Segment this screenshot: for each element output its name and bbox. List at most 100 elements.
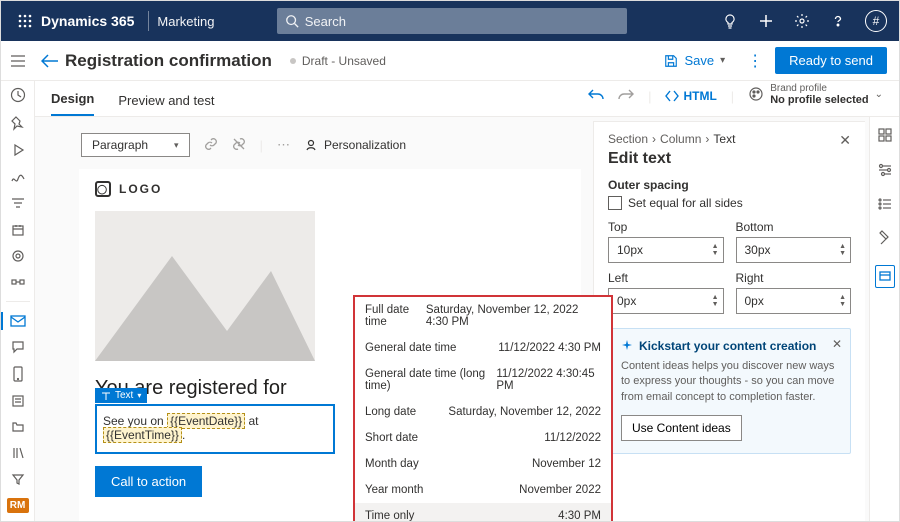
format-option[interactable]: General date time (long time)11/12/2022 … [355,361,611,399]
breadcrumb-column[interactable]: Column [660,132,701,146]
spacing-bottom-label: Bottom [736,220,852,234]
text-toolbar: Paragraph ▾ | ⋯ Personalization [71,129,593,161]
help-icon[interactable] [829,12,847,30]
app-launcher-icon[interactable] [9,14,41,28]
brand-name[interactable]: Dynamics 365 [41,13,140,29]
panel-heading: Edit text [608,150,851,168]
nav-assets-icon[interactable] [9,420,27,434]
rail-settings-icon[interactable] [877,162,893,181]
checkbox-icon [608,196,622,210]
text-pre: See you on [103,414,167,428]
nav-play-icon[interactable] [9,143,27,157]
breadcrumb-section[interactable]: Section [608,132,648,146]
spacing-top-input[interactable]: 10px▲▼ [608,237,724,263]
search-placeholder: Search [305,14,346,29]
nav-filter-icon[interactable] [9,472,27,486]
plus-icon[interactable] [757,12,775,30]
overflow-menu[interactable]: ⋮ [735,51,775,71]
chevron-down-icon[interactable]: ▾ [720,55,725,66]
logo-placeholder: ◯ LOGO [95,181,565,197]
image-placeholder[interactable] [95,211,315,361]
user-badge[interactable]: RM [7,498,29,513]
callout-close-icon[interactable]: ✕ [832,337,842,351]
paragraph-style-picker[interactable]: Paragraph ▾ [81,133,190,157]
nav-flow-icon[interactable] [9,275,27,289]
text-mid: at [245,414,258,428]
left-nav: RM [1,81,35,521]
body: RM Design Preview and test | HTML | [1,81,899,521]
chevron-down-icon: ▾ [137,391,141,400]
nav-calendar-icon[interactable] [9,223,27,237]
nav-funnel-icon[interactable] [9,197,27,211]
nav-journeys-icon[interactable] [9,169,27,185]
properties-panel: Section› Column› Text ✕ Edit text Outer … [593,121,865,521]
user-avatar[interactable]: # [865,10,887,32]
breadcrumb-text[interactable]: Text [713,132,735,146]
save-button[interactable]: Save ▾ [664,53,725,68]
gear-icon[interactable] [793,12,811,30]
tab-preview[interactable]: Preview and test [118,93,214,116]
nav-target-icon[interactable] [9,249,27,263]
section-label: Outer spacing [608,178,851,192]
format-option[interactable]: Short date11/12/2022 [355,425,611,451]
status-dot-icon [290,58,296,64]
equal-sides-checkbox[interactable]: Set equal for all sides [608,196,851,210]
tab-design[interactable]: Design [51,91,94,116]
undo-icon[interactable] [588,88,604,105]
property-rail [869,117,899,521]
close-icon[interactable]: ✕ [839,132,851,149]
date-format-dropdown: Full date timeSaturday, November 12, 202… [353,295,613,522]
rail-active-icon[interactable] [875,265,895,288]
nav-push-icon[interactable] [9,366,27,382]
rail-list-icon[interactable] [877,197,893,214]
ready-to-send-button[interactable]: Ready to send [775,47,887,74]
spacing-right-label: Right [736,271,852,285]
module-name[interactable]: Marketing [157,14,214,29]
token-event-time[interactable]: {{EventTime}} [103,427,182,443]
format-option[interactable]: Month dayNovember 12 [355,451,611,477]
format-option[interactable]: Year monthNovember 2022 [355,477,611,503]
logo-icon: ◯ [95,181,111,197]
unlink-icon[interactable] [232,137,246,154]
chevron-down-icon: ⌄ [875,89,883,100]
use-content-ideas-button[interactable]: Use Content ideas [621,415,742,441]
brand-profile-picker[interactable]: Brand profile No profile selected ⌄ [748,83,883,110]
nav-pinned-icon[interactable] [9,115,27,131]
tabs: Design Preview and test | HTML | B [35,81,899,117]
lightbulb-icon[interactable] [721,12,739,30]
back-button[interactable] [35,54,65,68]
palette-icon [748,86,764,102]
nav-email-icon[interactable] [9,314,27,328]
status-text: Draft - Unsaved [302,54,386,68]
header-actions: # [721,10,887,32]
save-label: Save [684,53,714,68]
spacing-left-input[interactable]: 0px▲▼ [608,288,724,314]
spacing-left-label: Left [608,271,724,285]
element-tag[interactable]: Text ▾ [95,388,147,403]
nav-library-icon[interactable] [9,446,27,460]
format-option[interactable]: Full date timeSaturday, November 12, 202… [355,297,611,335]
text-block-selected[interactable]: Text ▾ See you on {{EventDate}} at {{Eve… [95,404,335,454]
element-tag-label: Text [115,390,133,401]
global-search[interactable]: Search [277,8,627,34]
rail-elements-icon[interactable] [877,127,893,146]
nav-recent-icon[interactable] [9,87,27,103]
more-formatting-icon[interactable]: ⋯ [277,137,290,153]
spacing-right-input[interactable]: 0px▲▼ [736,288,852,314]
rail-ideas-icon[interactable] [878,230,892,249]
page-title: Registration confirmation [65,51,290,71]
link-icon[interactable] [204,137,218,154]
cta-button[interactable]: Call to action [95,466,202,497]
format-option[interactable]: General date time11/12/2022 4:30 PM [355,335,611,361]
personalization-button[interactable]: Personalization [304,138,406,152]
nav-sms-icon[interactable] [9,340,27,354]
format-option-selected[interactable]: Time only4:30 PM [355,503,611,522]
nav-toggle[interactable] [1,55,35,67]
nav-forms-icon[interactable] [9,394,27,408]
html-button[interactable]: HTML [665,89,716,103]
brand-profile-value: No profile selected [770,94,868,106]
format-option[interactable]: Long dateSaturday, November 12, 2022 [355,399,611,425]
spacing-bottom-input[interactable]: 30px▲▼ [736,237,852,263]
redo-icon[interactable] [618,88,634,105]
save-icon [664,54,678,68]
